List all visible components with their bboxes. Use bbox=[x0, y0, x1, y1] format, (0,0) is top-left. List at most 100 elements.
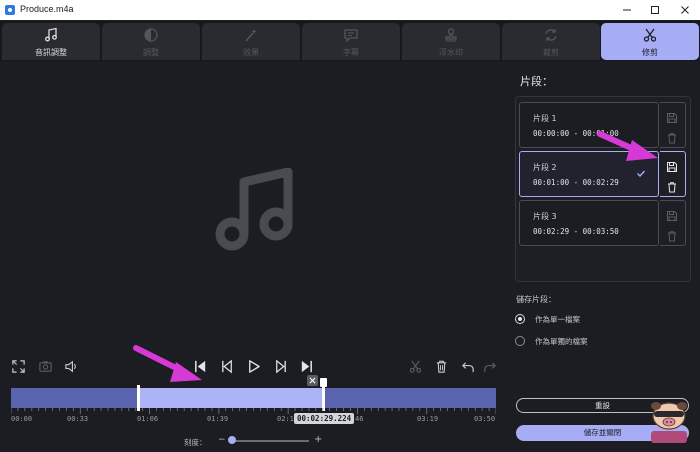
radio-button[interactable] bbox=[515, 314, 525, 324]
minimize-icon bbox=[623, 9, 631, 11]
tab-label: 字幕 bbox=[343, 48, 359, 57]
timeline-ruler bbox=[11, 408, 496, 414]
magic-wand-icon bbox=[245, 29, 257, 42]
crop-rotate-icon bbox=[545, 29, 557, 41]
tab-label: 修剪 bbox=[642, 48, 658, 57]
delete-segment-button[interactable] bbox=[666, 178, 680, 193]
tab-label: 裁剪 bbox=[543, 48, 559, 57]
tick-label: 00:00 bbox=[11, 415, 33, 423]
delete-segment-button[interactable] bbox=[666, 129, 680, 144]
close-window-button[interactable] bbox=[670, 0, 700, 20]
save-segment-button[interactable] bbox=[666, 207, 680, 221]
expand-icon bbox=[11, 359, 25, 373]
snapshot-button[interactable] bbox=[37, 358, 53, 374]
music-note-icon bbox=[45, 27, 57, 42]
tab-subtitles[interactable]: 字幕 bbox=[302, 23, 400, 60]
redo-icon bbox=[483, 361, 496, 372]
title-bar: Produce.m4a bbox=[0, 0, 700, 20]
tab-label: 浮水印 bbox=[439, 48, 463, 57]
stamp-icon bbox=[445, 28, 457, 42]
current-time-badge: 00:02:29.224 bbox=[294, 413, 355, 424]
window-title: Produce.m4a bbox=[20, 4, 74, 14]
radio-label: 作為單一檔案 bbox=[535, 314, 580, 324]
remove-selection-button[interactable] bbox=[307, 375, 318, 386]
tick-label: 01:39 bbox=[207, 415, 229, 423]
split-button[interactable] bbox=[407, 358, 423, 374]
music-note-icon bbox=[215, 168, 293, 251]
maximize-button[interactable] bbox=[640, 0, 670, 20]
segment-range: 00:01:00 - 00:02:29 bbox=[533, 178, 619, 187]
option-single-file[interactable]: 作為單一檔案 bbox=[515, 312, 580, 326]
segment-actions bbox=[660, 102, 686, 148]
zoom-out-button[interactable]: − bbox=[218, 435, 226, 445]
zoom-slider-knob[interactable] bbox=[228, 436, 236, 444]
zoom-slider-track[interactable] bbox=[229, 440, 309, 442]
playhead[interactable] bbox=[320, 378, 327, 387]
tab-label: 音訊調整 bbox=[35, 48, 67, 57]
annotation-arrow bbox=[597, 131, 658, 161]
skip-forward-icon bbox=[301, 360, 312, 372]
tick-label: 03:50 bbox=[474, 415, 496, 423]
redo-button[interactable] bbox=[481, 358, 497, 374]
segment-name: 片段 2 bbox=[533, 163, 557, 172]
save-segments-label: 儲存片段： bbox=[516, 295, 556, 304]
scissors-icon bbox=[409, 360, 421, 373]
play-icon bbox=[248, 359, 260, 373]
tab-audio-adjust[interactable]: 音訊調整 bbox=[2, 23, 100, 60]
maximize-icon bbox=[651, 6, 659, 14]
skip-end-button[interactable] bbox=[298, 358, 314, 374]
tick-label: 46 bbox=[355, 415, 364, 423]
tab-effects[interactable]: 效果 bbox=[202, 23, 300, 60]
segment-range: 00:02:29 - 00:03:50 bbox=[533, 227, 619, 236]
tab-label: 效果 bbox=[243, 48, 259, 57]
close-icon bbox=[309, 377, 316, 384]
trash-icon bbox=[668, 231, 676, 242]
selected-range[interactable] bbox=[138, 388, 324, 408]
zoom-in-button[interactable]: + bbox=[314, 434, 322, 445]
previous-frame-button[interactable] bbox=[219, 358, 235, 374]
volume-button[interactable] bbox=[63, 358, 79, 374]
next-frame-button[interactable] bbox=[272, 358, 288, 374]
annotation-arrow bbox=[133, 345, 202, 382]
segment-item-3[interactable]: 片段 3 00:02:29 - 00:03:50 bbox=[519, 200, 659, 246]
segment-actions bbox=[660, 151, 686, 197]
delete-segment-button[interactable] bbox=[666, 227, 680, 242]
tab-trim[interactable]: 修剪 bbox=[601, 23, 699, 60]
minimize-button[interactable] bbox=[612, 0, 642, 20]
segment-name: 片段 1 bbox=[533, 114, 557, 123]
camera-icon bbox=[38, 360, 52, 372]
radio-label: 作為單獨的檔案 bbox=[535, 336, 588, 346]
tab-adjust[interactable]: 調整 bbox=[102, 23, 200, 60]
undo-button[interactable] bbox=[460, 358, 476, 374]
trash-icon bbox=[668, 133, 676, 144]
tick-label: 03:19 bbox=[417, 415, 439, 423]
delete-button[interactable] bbox=[433, 358, 449, 374]
close-icon bbox=[681, 6, 689, 14]
mascot-watermark bbox=[651, 402, 687, 443]
tool-tabs: 音訊調整 調整 效果 字幕 浮水印 裁剪 修剪 bbox=[0, 21, 700, 61]
option-separate-files[interactable]: 作為單獨的檔案 bbox=[515, 334, 588, 348]
save-segment-button[interactable] bbox=[666, 158, 680, 172]
zoom-label: 刻度： bbox=[184, 438, 207, 447]
tick-label: 00:33 bbox=[67, 415, 89, 423]
app-icon bbox=[5, 5, 15, 15]
speaker-icon bbox=[64, 360, 76, 372]
tab-crop[interactable]: 裁剪 bbox=[502, 23, 600, 60]
check-icon bbox=[637, 170, 646, 178]
play-button[interactable] bbox=[245, 358, 261, 374]
segment-actions bbox=[660, 200, 686, 246]
tick-label: 02:1 bbox=[277, 415, 294, 423]
tab-watermark[interactable]: 浮水印 bbox=[402, 23, 500, 60]
save-icon bbox=[667, 211, 677, 221]
step-forward-icon bbox=[275, 359, 286, 373]
tick-label: 01:06 bbox=[137, 415, 159, 423]
trash-icon bbox=[436, 360, 446, 373]
save-icon bbox=[667, 162, 677, 172]
scissors-icon bbox=[643, 28, 657, 42]
save-segment-button[interactable] bbox=[666, 109, 680, 123]
radio-button[interactable] bbox=[515, 336, 525, 346]
speech-bubble-icon bbox=[344, 29, 358, 43]
trash-icon bbox=[668, 182, 676, 193]
fullscreen-button[interactable] bbox=[10, 358, 26, 374]
segment-name: 片段 3 bbox=[533, 212, 557, 221]
